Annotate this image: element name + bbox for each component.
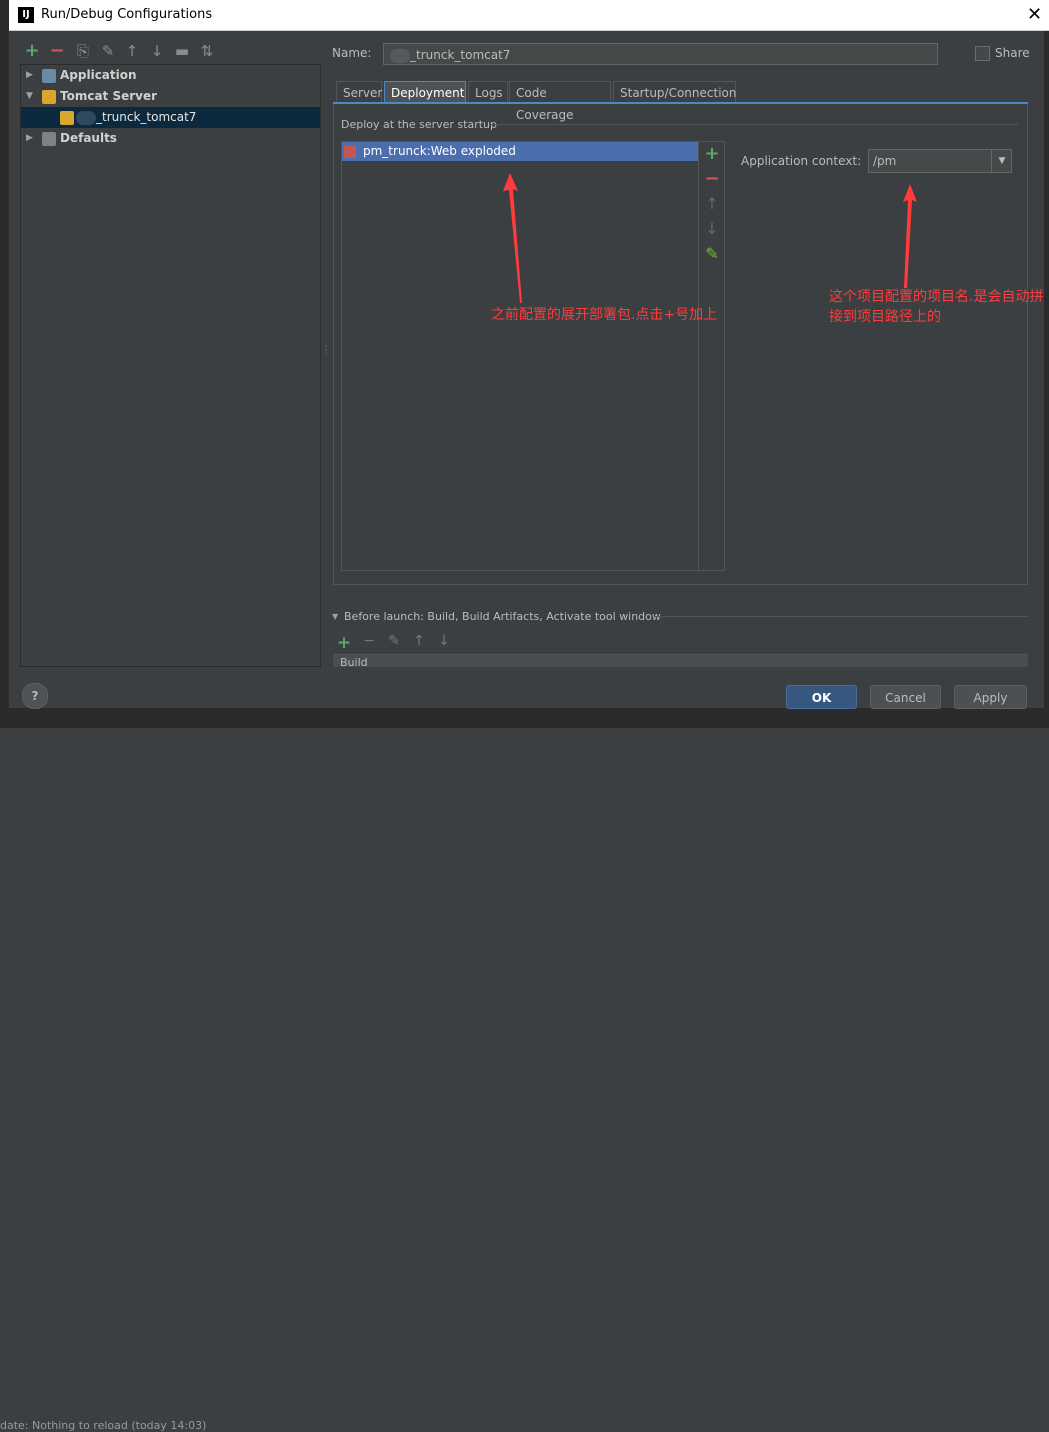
application-context-label: Application context:: [741, 154, 862, 168]
tomcat-icon: [60, 111, 74, 125]
add-icon[interactable]: +: [704, 145, 720, 163]
help-button[interactable]: ?: [22, 683, 48, 709]
tab-code-coverage[interactable]: Code Coverage: [509, 81, 611, 122]
tree-item-label: Defaults: [60, 131, 117, 145]
intellij-app-icon: IJ: [18, 7, 34, 23]
background-status-strip: date: Nothing to reload (today 14:03): [0, 708, 1049, 1432]
name-field[interactable]: _trunck_tomcat7: [383, 43, 938, 65]
annotation-right-text: 这个项目配置的项目名.是会自动拼接到项目路径上的: [829, 289, 1044, 325]
splitter-handle[interactable]: ⋮: [321, 345, 331, 356]
background-ide-left: [0, 0, 9, 728]
wrench-icon: [42, 132, 56, 146]
wrench-icon[interactable]: ✎: [99, 42, 117, 60]
annotation-left-text: 之前配置的展开部署包.点击+号加上: [491, 307, 718, 323]
expand-arrow-icon[interactable]: ▶: [26, 128, 33, 149]
tree-item-label: Application: [60, 68, 137, 82]
arrow-up-icon[interactable]: ↑: [411, 633, 427, 649]
tab-logs[interactable]: Logs: [468, 81, 508, 103]
remove-icon[interactable]: −: [361, 633, 377, 649]
tab-deployment[interactable]: Deployment: [384, 81, 466, 103]
before-launch-list[interactable]: [333, 654, 1028, 667]
tab-startup-connection[interactable]: Startup/Connection: [613, 81, 736, 103]
before-launch-item[interactable]: Build: [340, 656, 368, 669]
configuration-tree[interactable]: ▶ Application ▼ Tomcat Server _trunck_to…: [20, 64, 321, 667]
tree-item-trunck-tomcat7[interactable]: _trunck_tomcat7: [21, 107, 320, 128]
collapse-arrow-icon[interactable]: ▼: [332, 612, 338, 621]
redacted-blur: [390, 48, 410, 63]
tree-item-label: Tomcat Server: [60, 89, 158, 103]
window-title: Run/Debug Configurations: [41, 7, 213, 22]
application-context-value: /pm: [873, 154, 897, 168]
collapse-arrow-icon[interactable]: ▼: [26, 86, 33, 107]
redacted-blur: [76, 111, 96, 125]
share-checkbox[interactable]: [975, 46, 990, 61]
before-launch-label[interactable]: Before launch: Build, Build Artifacts, A…: [344, 610, 661, 623]
folder-icon[interactable]: ▬: [173, 42, 191, 60]
tree-item-label: _trunck_tomcat7: [96, 110, 197, 124]
arrow-down-icon[interactable]: ↓: [436, 633, 452, 649]
pencil-icon[interactable]: ✎: [386, 633, 402, 649]
copy-icon[interactable]: ⎘: [74, 42, 92, 60]
tree-item-application[interactable]: ▶ Application: [21, 65, 320, 86]
title-bar: IJ Run/Debug Configurations ✕: [9, 0, 1049, 31]
cancel-button[interactable]: Cancel: [870, 685, 941, 709]
ok-button[interactable]: OK: [786, 685, 857, 709]
expand-arrow-icon[interactable]: ▶: [26, 65, 33, 86]
add-icon[interactable]: +: [23, 42, 41, 60]
chevron-down-icon[interactable]: ▼: [991, 150, 1012, 172]
artifact-icon: [344, 146, 356, 158]
sort-icon[interactable]: ⇅: [198, 42, 216, 60]
name-value: _trunck_tomcat7: [410, 48, 511, 62]
close-icon[interactable]: ✕: [1027, 4, 1042, 25]
share-label[interactable]: Share: [995, 46, 1030, 60]
tab-server[interactable]: Server: [336, 81, 382, 103]
deploy-item-label: pm_trunck:Web exploded: [363, 144, 516, 158]
deploy-section-header: Deploy at the server startup: [341, 118, 498, 131]
add-icon[interactable]: +: [336, 633, 352, 653]
annotation-arrow-right: [903, 184, 917, 288]
name-label: Name:: [332, 46, 372, 60]
pencil-icon[interactable]: ✎: [704, 246, 720, 262]
tree-item-defaults[interactable]: ▶ Defaults: [21, 128, 320, 149]
background-status-text: date: Nothing to reload (today 14:03): [0, 1419, 207, 1432]
arrow-down-icon[interactable]: ↓: [148, 42, 166, 60]
background-ide-right: [1044, 30, 1049, 728]
annotation-arrow-left: [503, 173, 522, 303]
application-icon: [42, 69, 56, 83]
tomcat-icon: [42, 90, 56, 104]
apply-button[interactable]: Apply: [954, 685, 1027, 709]
arrow-down-icon[interactable]: ↓: [704, 221, 720, 237]
section-divider: [490, 124, 1018, 125]
arrow-up-icon[interactable]: ↑: [704, 196, 720, 212]
tree-item-tomcat-server[interactable]: ▼ Tomcat Server: [21, 86, 320, 107]
arrow-up-icon[interactable]: ↑: [123, 42, 141, 60]
remove-icon[interactable]: −: [48, 42, 66, 60]
section-divider: [655, 616, 1028, 617]
remove-icon[interactable]: −: [704, 170, 720, 188]
